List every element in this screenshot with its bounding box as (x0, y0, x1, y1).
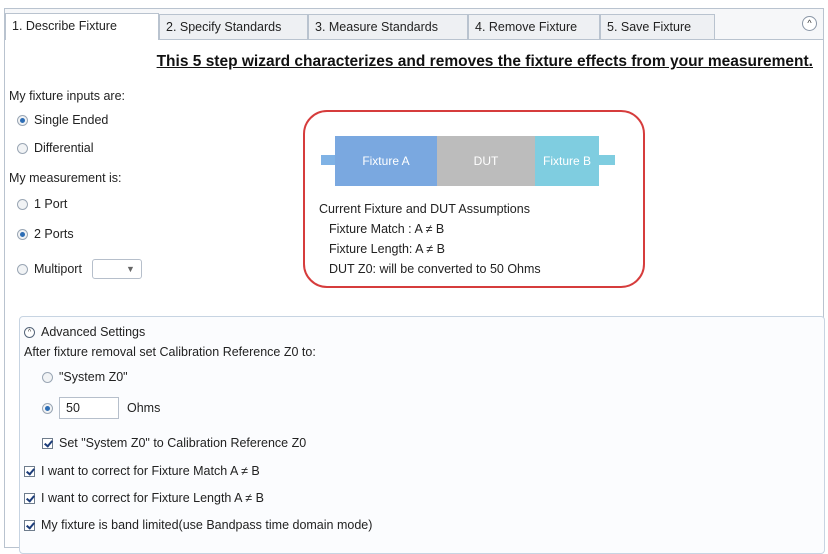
correct-length-checkbox[interactable]: I want to correct for Fixture Length A ≠… (24, 491, 264, 505)
tab-bar: 1. Describe Fixture 2. Specify Standards… (5, 9, 823, 40)
advanced-settings-panel: ^ Advanced Settings After fixture remova… (19, 316, 825, 554)
checkbox-checked-icon (24, 465, 35, 477)
system-z0-label: "System Z0" (59, 370, 128, 384)
chevron-up-icon[interactable]: ^ (802, 16, 817, 31)
fixture-match-text: Fixture Match : A ≠ B (329, 222, 445, 236)
fixture-wizard-panel: 1. Describe Fixture 2. Specify Standards… (4, 8, 825, 554)
dut-z0-text: DUT Z0: will be converted to 50 Ohms (329, 262, 541, 276)
differential-label: Differential (34, 141, 94, 155)
one-port-radio[interactable]: 1 Port (17, 197, 67, 211)
wizard-title: This 5 step wizard characterizes and rem… (156, 53, 813, 70)
checkbox-checked-icon (42, 437, 53, 449)
multiport-dropdown[interactable]: ▼ (91, 259, 142, 279)
radio-unselected-icon (17, 263, 28, 275)
custom-z0-radio[interactable]: 50 Ohms (42, 396, 160, 420)
multiport-label: Multiport (34, 262, 82, 276)
dut-block: DUT (437, 136, 535, 186)
set-system-z0-label: Set "System Z0" to Calibration Reference… (59, 436, 307, 450)
fixture-diagram: Fixture A DUT Fixture B (321, 136, 627, 186)
port-b-stub (599, 155, 615, 165)
correct-match-checkbox[interactable]: I want to correct for Fixture Match A ≠ … (24, 464, 260, 478)
fixture-b-block: Fixture B (535, 136, 599, 186)
collapse-icon[interactable]: ^ (24, 326, 35, 338)
advanced-settings-header[interactable]: ^ Advanced Settings (24, 325, 145, 339)
tab-describe-fixture[interactable]: 1. Describe Fixture (5, 13, 159, 40)
calibration-ref-label: After fixture removal set Calibration Re… (24, 345, 316, 359)
radio-selected-icon (17, 228, 28, 240)
system-z0-radio[interactable]: "System Z0" (42, 370, 128, 384)
z0-unit-label: Ohms (127, 401, 161, 415)
radio-selected-icon (42, 402, 53, 414)
correct-length-label: I want to correct for Fixture Length A ≠… (41, 491, 264, 505)
single-ended-radio[interactable]: Single Ended (17, 113, 108, 127)
tab-measure-standards[interactable]: 3. Measure Standards (308, 14, 468, 39)
tab-save-fixture[interactable]: 5. Save Fixture (600, 14, 715, 39)
one-port-label: 1 Port (34, 197, 68, 211)
tab-remove-fixture[interactable]: 4. Remove Fixture (468, 14, 600, 39)
tab-specify-standards[interactable]: 2. Specify Standards (159, 14, 308, 39)
fixture-inputs-label: My fixture inputs are: (9, 89, 126, 103)
chevron-down-icon: ▼ (126, 264, 135, 274)
z0-value-input[interactable]: 50 (59, 397, 119, 419)
fixture-assumptions-box: Fixture A DUT Fixture B Current Fixture … (303, 110, 645, 288)
band-limited-label: My fixture is band limited(use Bandpass … (41, 518, 373, 532)
advanced-settings-title: Advanced Settings (41, 325, 146, 339)
correct-match-label: I want to correct for Fixture Match A ≠ … (41, 464, 260, 478)
multiport-radio[interactable]: Multiport ▼ (17, 258, 142, 280)
port-a-stub (321, 155, 335, 165)
fixture-length-text: Fixture Length: A ≠ B (329, 242, 445, 256)
checkbox-checked-icon (24, 519, 35, 531)
radio-selected-icon (17, 114, 28, 126)
single-ended-label: Single Ended (34, 113, 109, 127)
differential-radio[interactable]: Differential (17, 141, 94, 155)
radio-unselected-icon (17, 198, 28, 210)
fixture-a-block: Fixture A (335, 136, 437, 186)
band-limited-checkbox[interactable]: My fixture is band limited(use Bandpass … (24, 518, 372, 532)
assumptions-heading: Current Fixture and DUT Assumptions (319, 202, 530, 216)
checkbox-checked-icon (24, 492, 35, 504)
radio-unselected-icon (17, 142, 28, 154)
measurement-label: My measurement is: (9, 171, 122, 185)
set-system-z0-checkbox[interactable]: Set "System Z0" to Calibration Reference… (42, 436, 306, 450)
two-ports-label: 2 Ports (34, 227, 74, 241)
two-ports-radio[interactable]: 2 Ports (17, 227, 74, 241)
radio-unselected-icon (42, 371, 53, 383)
